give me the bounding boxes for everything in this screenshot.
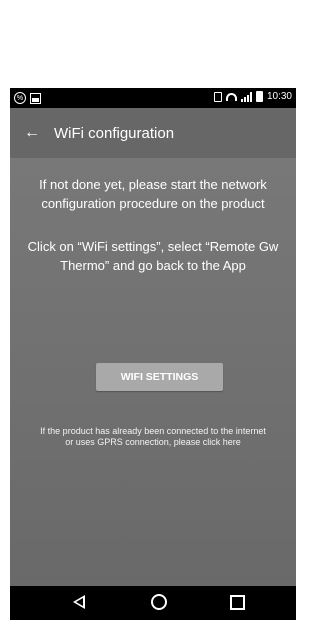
app-bar: ← WiFi configuration [10, 108, 296, 158]
wifi-icon [225, 92, 237, 101]
status-bar: % 10:30 [10, 88, 296, 108]
status-time: 10:30 [266, 91, 292, 102]
back-arrow-icon[interactable]: ← [20, 125, 44, 141]
back-icon-inner [76, 598, 83, 606]
instruction-text: Click on “WiFi settings”, select “Remote… [27, 239, 279, 273]
status-right-icons: 10:30 [213, 91, 292, 102]
phone-screen: % 10:30 ← WiFi configuration If not done… [10, 88, 296, 620]
android-navigation-bar [10, 586, 296, 620]
status-left-icons: % [14, 92, 41, 104]
home-icon[interactable] [151, 594, 167, 610]
battery-icon [255, 91, 263, 102]
recent-apps-icon[interactable] [230, 595, 245, 610]
settings-badge-icon: % [14, 92, 26, 104]
already-connected-link[interactable]: If the product has already been connecte… [40, 426, 266, 448]
intro-text: If not done yet, please start the networ… [39, 177, 267, 211]
wifi-settings-button[interactable]: WiFi SETTINGS [96, 363, 223, 391]
gallery-icon [30, 93, 41, 104]
page-title: WiFi configuration [54, 124, 175, 142]
screenshot-page: % 10:30 ← WiFi configuration If not done… [0, 0, 305, 620]
signal-icon [240, 91, 252, 102]
wifi-configuration-content: If not done yet, please start the networ… [10, 158, 296, 586]
vibrate-icon [213, 91, 222, 102]
